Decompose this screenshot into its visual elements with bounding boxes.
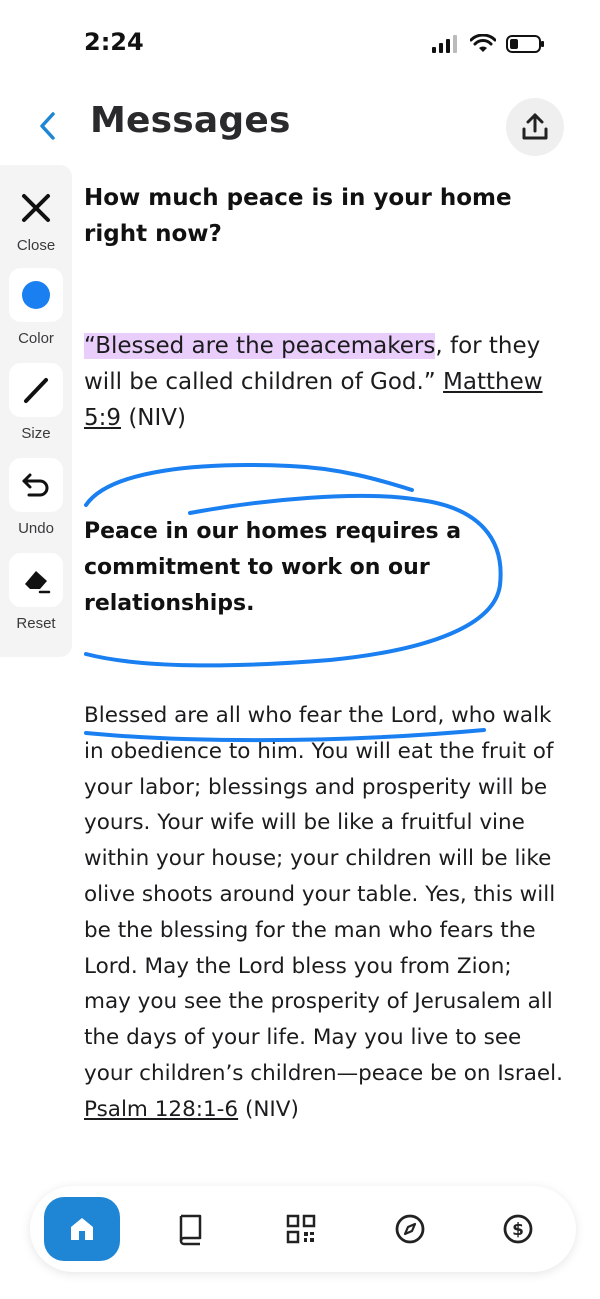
status-bar: 2:24 [0, 0, 600, 90]
chevron-left-icon [40, 112, 55, 140]
status-time: 2:24 [84, 28, 144, 56]
close-tool[interactable]: Close [0, 181, 72, 254]
nav-home[interactable] [44, 1197, 120, 1261]
eraser-icon [25, 571, 51, 594]
close-button[interactable] [9, 181, 63, 235]
psalm-paragraph: Blessed are all who fear the Lord, who w… [84, 698, 564, 1128]
color-label: Color [18, 330, 54, 347]
psalm-reference-link[interactable]: Psalm 128:1-6 [84, 1097, 238, 1122]
close-label: Close [16, 237, 56, 254]
header: Messages [0, 92, 600, 162]
drawing-toolbar: Close Color Size Undo Reset [0, 165, 72, 657]
size-tool[interactable]: Size [0, 363, 72, 442]
psalm-text: Blessed are all who fear the Lord, who w… [84, 703, 563, 1086]
reset-label: Reset [16, 615, 56, 632]
verse-version: (NIV) [121, 405, 186, 431]
verse-paragraph: “Blessed are the peacemakers, for they w… [84, 328, 564, 436]
svg-text:$: $ [512, 1220, 524, 1240]
color-tool[interactable]: Color [0, 268, 72, 347]
wifi-icon [470, 34, 496, 52]
share-icon [522, 113, 548, 140]
size-button[interactable] [9, 363, 63, 417]
color-button[interactable] [9, 268, 63, 322]
undo-tool[interactable]: Undo [0, 458, 72, 537]
qr-code-icon [286, 1214, 316, 1244]
page-title: Messages [90, 100, 291, 141]
status-icons [432, 34, 546, 54]
dollar-icon: $ [503, 1214, 533, 1244]
nav-give[interactable]: $ [480, 1197, 556, 1261]
nav-bible[interactable] [153, 1197, 229, 1261]
nav-qr[interactable] [263, 1197, 339, 1261]
reset-tool[interactable]: Reset [0, 553, 72, 632]
undo-label: Undo [18, 520, 54, 537]
psalm-version: (NIV) [238, 1096, 299, 1122]
share-button[interactable] [506, 98, 564, 156]
pen-size-icon [24, 378, 48, 403]
undo-icon [22, 473, 49, 497]
size-label: Size [21, 425, 51, 442]
battery-icon [506, 35, 544, 53]
bottom-nav: $ [30, 1186, 576, 1272]
close-icon [22, 194, 50, 222]
color-swatch-icon [22, 281, 50, 309]
message-question: How much peace is in your home right now… [84, 185, 512, 247]
book-icon [179, 1214, 202, 1246]
reset-button[interactable] [9, 553, 63, 607]
highlighted-text: “Blessed are the peacemakers [84, 333, 436, 359]
signal-icon [432, 35, 457, 53]
back-button[interactable] [30, 106, 66, 146]
home-icon [71, 1218, 93, 1240]
undo-button[interactable] [9, 458, 63, 512]
message-statement: Peace in our homes requires a commitment… [84, 519, 462, 616]
nav-explore[interactable] [372, 1197, 448, 1261]
compass-icon [395, 1214, 425, 1244]
